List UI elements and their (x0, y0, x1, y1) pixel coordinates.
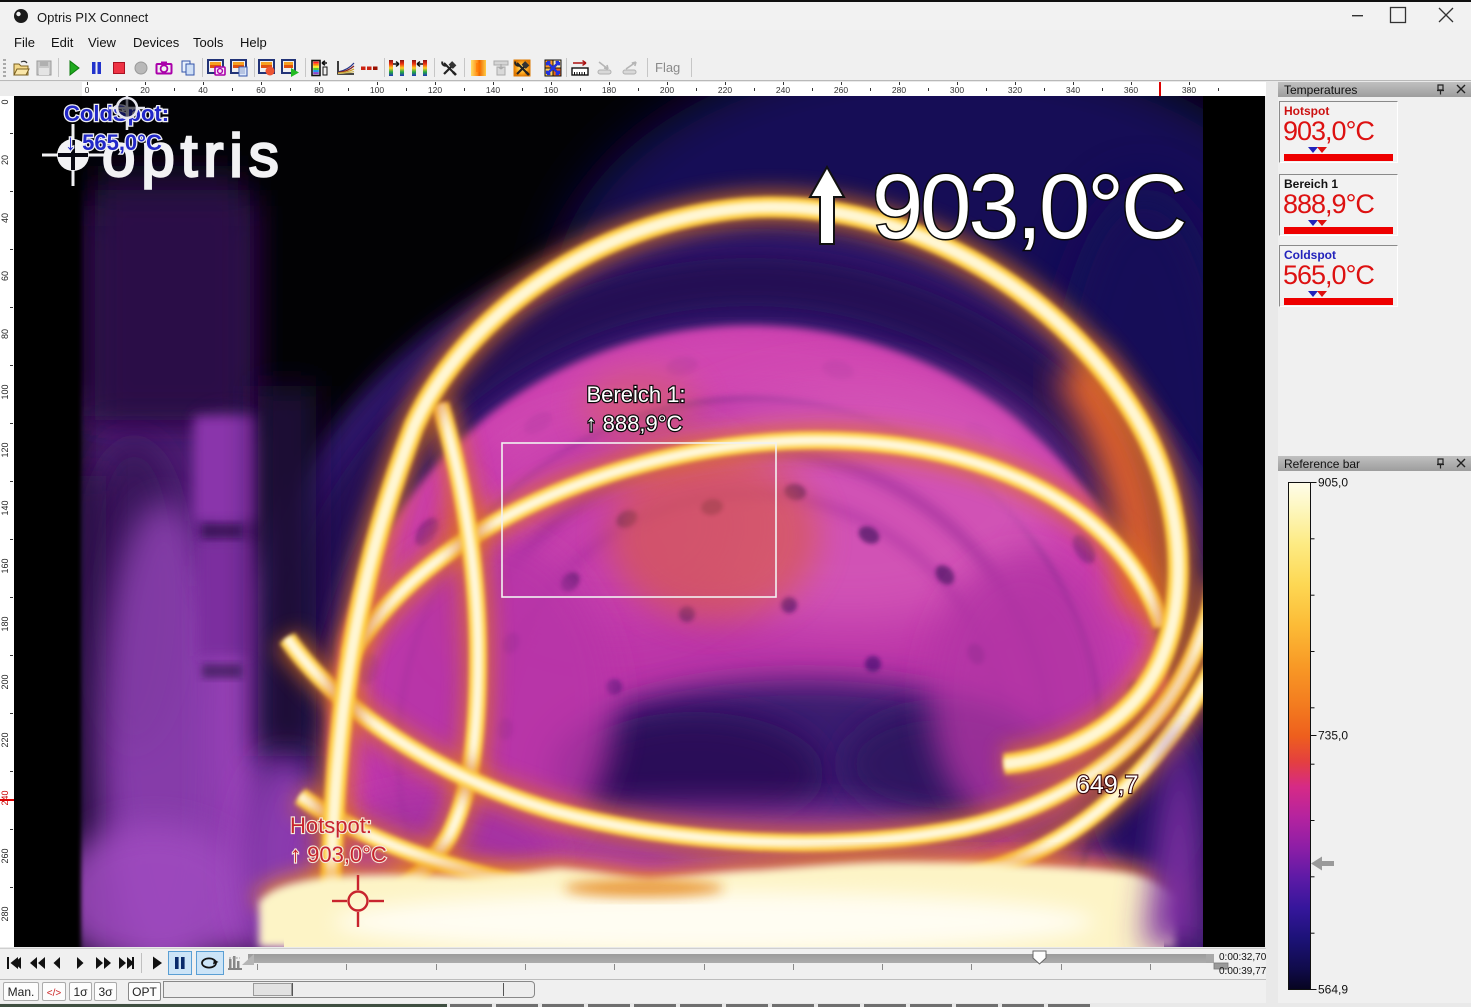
svg-text:↑ 888,9°C: ↑ 888,9°C (586, 411, 683, 436)
svg-text:Bereich 1:: Bereich 1: (586, 382, 685, 407)
svg-text:905,0: 905,0 (1318, 477, 1348, 490)
svg-text:649,7: 649,7 (1076, 771, 1139, 799)
svg-text:903,0°C: 903,0°C (872, 156, 1184, 258)
svg-text:564,9: 564,9 (1318, 983, 1348, 997)
svg-text:↑ 903,0°C: ↑ 903,0°C (290, 842, 387, 867)
svg-text:↓ 565,0°C: ↓ 565,0°C (65, 130, 162, 155)
svg-text:Hotspot:: Hotspot: (290, 813, 372, 838)
svg-text:735,0: 735,0 (1318, 729, 1348, 743)
